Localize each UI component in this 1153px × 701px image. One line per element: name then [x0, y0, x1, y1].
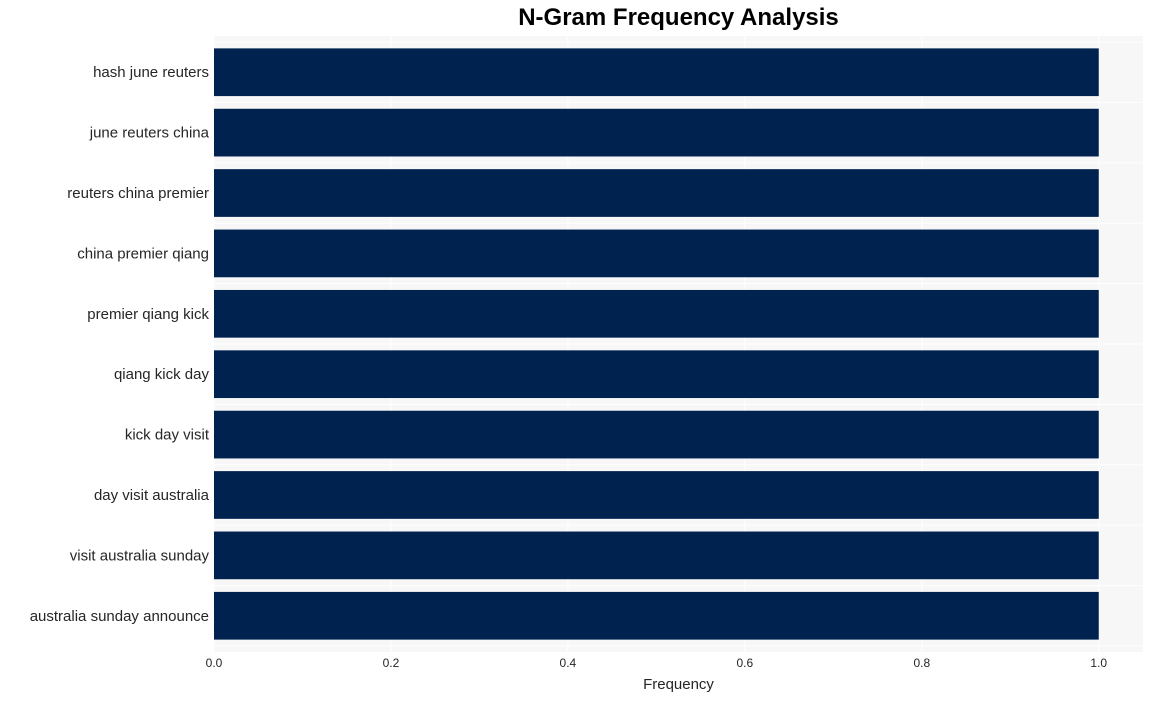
bar [214, 48, 1099, 97]
x-tick-label: 0.0 [206, 656, 223, 670]
y-tick-label: reuters china premier [67, 185, 209, 202]
bar [214, 108, 1099, 157]
y-tick-label: visit australia sunday [70, 547, 210, 564]
bar [214, 169, 1099, 217]
bar [214, 289, 1099, 338]
x-tick-label: 0.6 [737, 656, 754, 670]
y-tick-label: china premier qiang [77, 245, 209, 262]
y-tick-labels: hash june reuters june reuters china reute… [30, 64, 210, 625]
y-tick-label: kick day visit [125, 427, 210, 444]
bar [214, 350, 1099, 399]
y-tick-label: australia sunday announce [30, 608, 209, 625]
x-tick-label: 0.2 [383, 656, 400, 670]
bar [214, 591, 1099, 640]
x-tick-labels: 0.0 0.2 0.4 0.6 0.8 1.0 [206, 656, 1108, 670]
x-tick-label: 0.4 [560, 656, 577, 670]
y-tick-label: qiang kick day [114, 366, 210, 383]
y-tick-label: hash june reuters [93, 64, 209, 81]
x-axis-label: Frequency [643, 676, 714, 693]
bar [214, 471, 1099, 519]
bar [214, 229, 1099, 278]
x-tick-label: 1.0 [1090, 656, 1107, 670]
y-tick-label: june reuters china [89, 125, 210, 142]
x-tick-label: 0.8 [913, 656, 930, 670]
bar-chart: hash june reuters june reuters china reute… [30, 36, 1143, 693]
bar [214, 410, 1099, 459]
y-tick-label: premier qiang kick [87, 306, 209, 323]
y-tick-label: day visit australia [94, 487, 210, 504]
bar [214, 531, 1099, 580]
